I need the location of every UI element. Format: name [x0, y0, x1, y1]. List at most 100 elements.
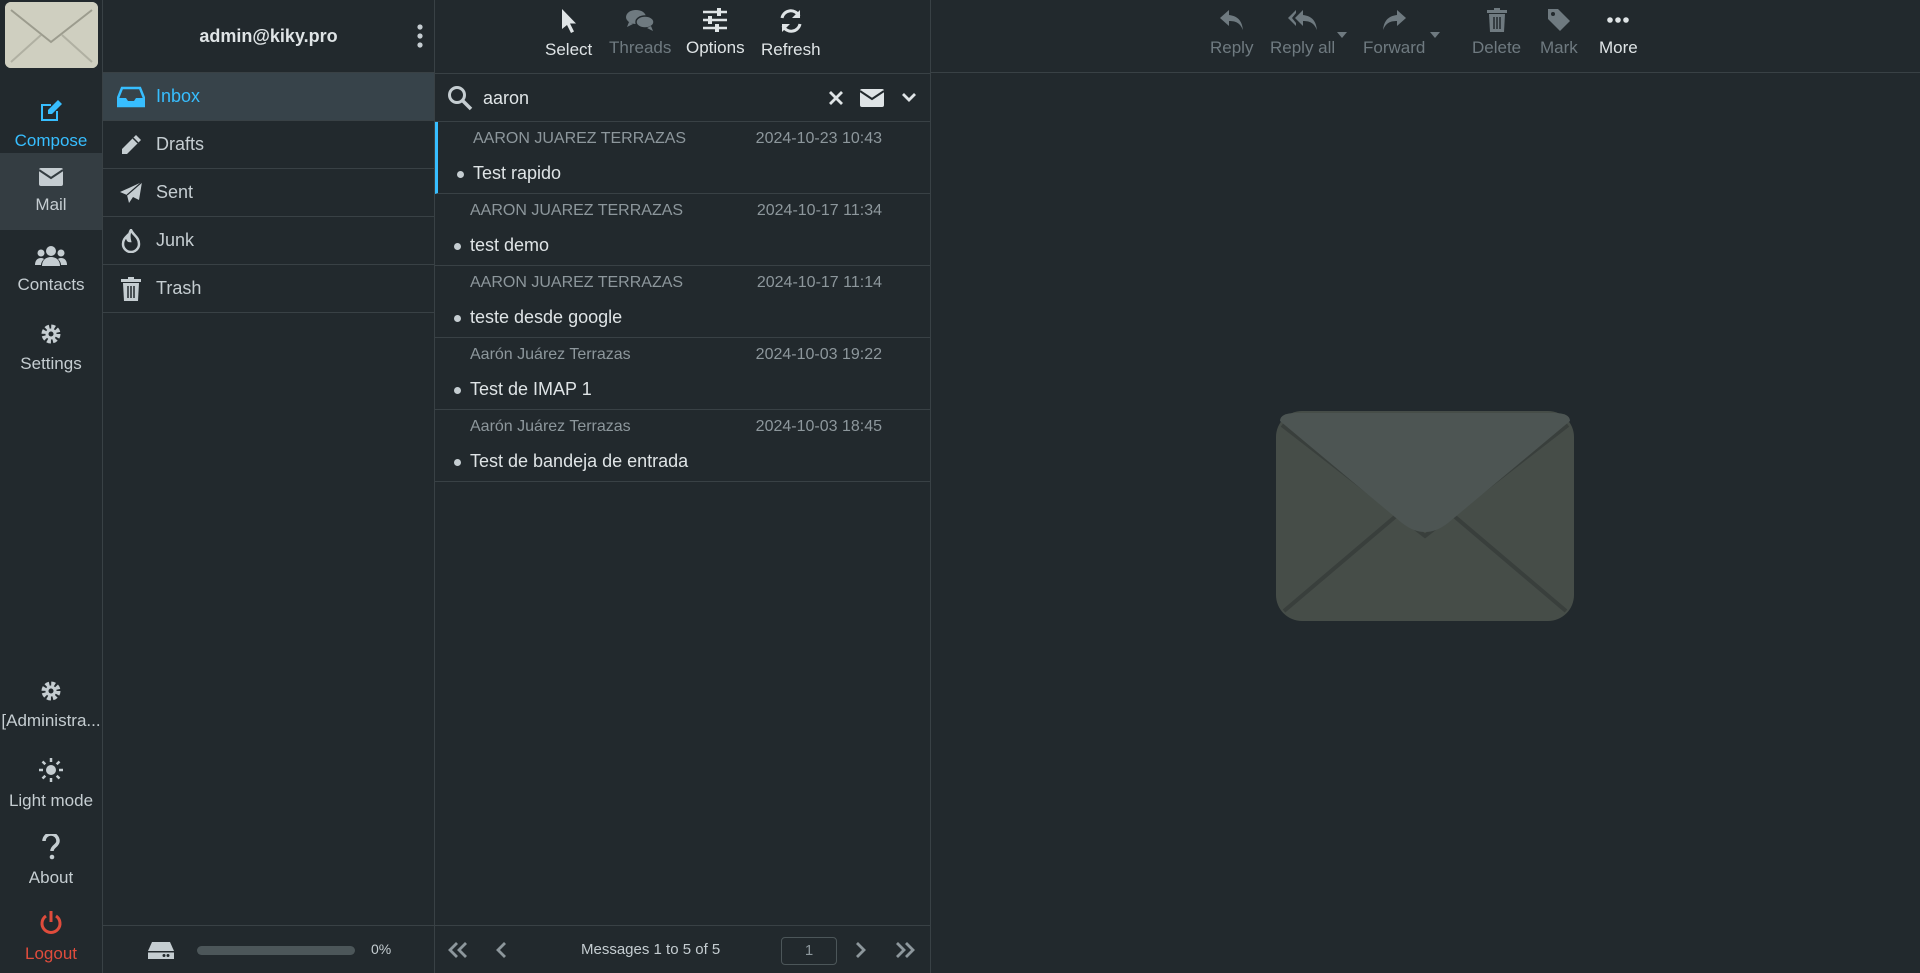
- quota-progress-bar: [197, 946, 355, 955]
- folder-trash[interactable]: Trash: [103, 265, 434, 313]
- nav-rail: Compose Mail Contacts Settings [Administ…: [0, 0, 103, 973]
- refresh-button[interactable]: Refresh: [761, 8, 821, 60]
- light-mode-button[interactable]: Light mode: [0, 743, 102, 820]
- envelope-watermark-icon: [1276, 411, 1574, 621]
- message-date: 2024-10-17 11:34: [756, 202, 882, 219]
- reply-button[interactable]: Reply: [1210, 8, 1253, 58]
- reply-label: Reply: [1210, 38, 1254, 57]
- inbox-icon: [117, 86, 145, 108]
- logout-button[interactable]: Logout: [0, 896, 102, 973]
- paper-plane-icon: [117, 181, 145, 205]
- compose-label: Compose: [14, 131, 88, 150]
- message-sender: AARON JUAREZ TERRAZAS: [473, 130, 687, 147]
- message-subject: test demo: [470, 235, 550, 255]
- compose-button[interactable]: Compose: [0, 85, 102, 162]
- message-date: 2024-10-23 10:43: [755, 130, 882, 147]
- quota-display: 0%: [103, 925, 434, 973]
- message-row[interactable]: AARON JUAREZ TERRAZAS 2024-10-23 10:43 T…: [435, 122, 930, 194]
- folder-junk[interactable]: Junk: [103, 217, 434, 265]
- message-row[interactable]: AARON JUAREZ TERRAZAS 2024-10-17 11:34 t…: [435, 194, 930, 266]
- last-page-icon[interactable]: [894, 942, 916, 958]
- folder-label: Inbox: [156, 86, 201, 106]
- forward-icon: [1381, 8, 1407, 32]
- unread-dot-icon: [454, 243, 461, 250]
- more-label: More: [1599, 38, 1638, 57]
- message-toolbar: Reply Reply all Forward Delete Mark More: [931, 0, 1920, 73]
- account-email: admin@kiky.pro: [199, 25, 338, 46]
- message-row[interactable]: Aarón Juárez Terrazas 2024-10-03 18:45 T…: [435, 410, 930, 482]
- message-row[interactable]: AARON JUAREZ TERRAZAS 2024-10-17 11:14 t…: [435, 266, 930, 338]
- options-button[interactable]: Options: [686, 8, 745, 58]
- message-date: 2024-10-17 11:14: [756, 274, 882, 291]
- hard-drive-icon: [147, 940, 175, 960]
- message-subject: Test rapido: [473, 163, 562, 183]
- unread-dot-icon: [457, 171, 464, 178]
- trash-icon: [117, 276, 145, 301]
- list-toolbar: Select Threads Options Refresh: [435, 0, 930, 73]
- reply-icon: [1219, 8, 1245, 32]
- gear-icon: [39, 322, 63, 346]
- clear-search-icon[interactable]: [829, 91, 843, 105]
- unread-dot-icon: [454, 315, 461, 322]
- previous-page-icon[interactable]: [495, 942, 507, 958]
- forward-label: Forward: [1363, 38, 1426, 57]
- mail-button[interactable]: Mail: [0, 153, 102, 230]
- folder-sent[interactable]: Sent: [103, 169, 434, 217]
- app-logo[interactable]: [5, 2, 98, 68]
- about-button[interactable]: About: [0, 820, 102, 897]
- reply-all-button[interactable]: Reply all: [1270, 8, 1335, 58]
- message-date: 2024-10-03 18:45: [755, 418, 882, 435]
- administration-button[interactable]: [Administra...: [0, 665, 102, 742]
- message-list-pane: Select Threads Options Refresh aaron AAR…: [435, 0, 931, 973]
- search-input[interactable]: [483, 84, 783, 112]
- select-button[interactable]: Select: [545, 8, 592, 60]
- envelope-icon: [38, 167, 64, 187]
- list-footer: Messages 1 to 5 of 5 1: [435, 925, 930, 973]
- light-mode-label: Light mode: [8, 791, 94, 810]
- power-icon: [39, 910, 63, 936]
- threads-button[interactable]: Threads: [609, 8, 671, 58]
- preview-pane: Reply Reply all Forward Delete Mark More: [931, 0, 1920, 973]
- unread-dot-icon: [454, 387, 461, 394]
- administration-label: [Administra...: [1, 711, 101, 730]
- message-date: 2024-10-03 19:22: [755, 346, 882, 363]
- sliders-icon: [702, 8, 728, 32]
- settings-label: Settings: [20, 354, 82, 373]
- delete-button[interactable]: Delete: [1472, 8, 1521, 58]
- search-bar: [435, 73, 930, 122]
- tag-icon: [1547, 8, 1571, 32]
- folder-label: Drafts: [156, 134, 205, 154]
- account-header: admin@kiky.pro: [103, 0, 434, 73]
- logout-label: Logout: [25, 944, 77, 963]
- search-options-chevron-icon[interactable]: [902, 93, 916, 103]
- page-number-input[interactable]: 1: [781, 937, 837, 965]
- settings-button[interactable]: Settings: [0, 308, 102, 385]
- folder-pane: admin@kiky.pro Inbox Drafts Sent Junk Tr…: [103, 0, 435, 973]
- message-row[interactable]: Aarón Juárez Terrazas 2024-10-03 19:22 T…: [435, 338, 930, 410]
- reply-all-dropdown-icon[interactable]: [1337, 32, 1347, 38]
- folder-drafts[interactable]: Drafts: [103, 121, 434, 169]
- message-sender: AARON JUAREZ TERRAZAS: [470, 202, 684, 219]
- more-button[interactable]: More: [1599, 8, 1638, 58]
- users-icon: [35, 245, 67, 267]
- account-menu-icon[interactable]: [416, 24, 424, 48]
- threads-label: Threads: [609, 38, 672, 57]
- message-subject: Test de bandeja de entrada: [470, 451, 689, 471]
- forward-button[interactable]: Forward: [1363, 8, 1425, 58]
- folder-label: Trash: [156, 278, 202, 298]
- mark-button[interactable]: Mark: [1540, 8, 1578, 58]
- first-page-icon[interactable]: [447, 942, 469, 958]
- refresh-label: Refresh: [761, 40, 821, 59]
- message-count: Messages 1 to 5 of 5: [581, 941, 721, 958]
- message-sender: AARON JUAREZ TERRAZAS: [470, 274, 684, 291]
- ellipsis-icon: [1606, 8, 1630, 32]
- forward-dropdown-icon[interactable]: [1430, 32, 1440, 38]
- search-envelope-icon[interactable]: [860, 89, 884, 107]
- contacts-button[interactable]: Contacts: [0, 231, 102, 308]
- next-page-icon[interactable]: [855, 942, 867, 958]
- message-subject: Test de IMAP 1: [470, 379, 592, 399]
- contacts-label: Contacts: [17, 275, 85, 294]
- folder-inbox[interactable]: Inbox: [103, 73, 434, 121]
- comments-icon: [625, 8, 655, 32]
- refresh-icon: [778, 8, 804, 34]
